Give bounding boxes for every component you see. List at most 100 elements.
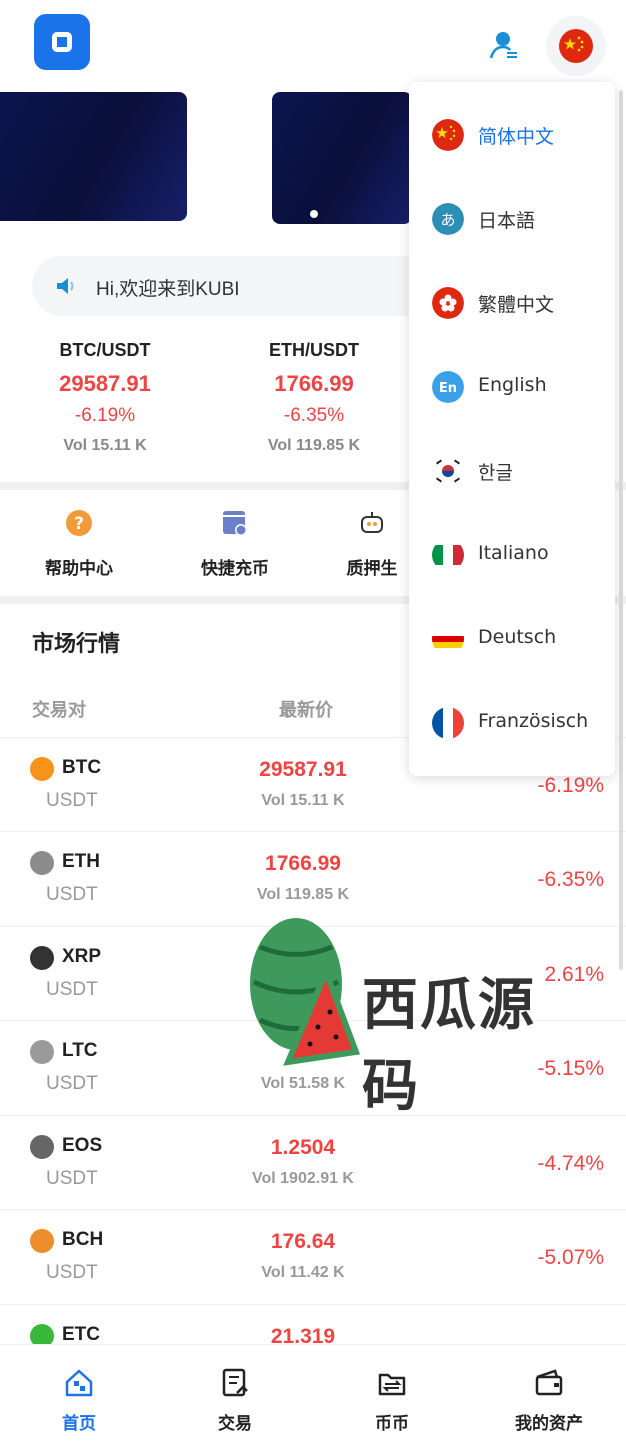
row-symbol: LTC [62, 1040, 98, 1061]
row-symbol: XRP [62, 946, 102, 967]
italy-flag-icon [432, 545, 464, 565]
row-price: 1.2504 [270, 1136, 336, 1159]
btc-coin-icon [30, 757, 54, 781]
row-volume: Vol 11.42 K [261, 1264, 345, 1281]
language-button[interactable] [546, 16, 606, 76]
row-symbol: ETC [62, 1324, 100, 1345]
app-logo-icon[interactable] [34, 14, 90, 70]
tab-label: 币币 [375, 1414, 409, 1434]
ltc-coin-icon [30, 1040, 54, 1064]
language-option-label: 한글 [478, 462, 513, 484]
row-change: 2.61% [544, 963, 604, 986]
row-volume: Vol 119.85 K [256, 886, 350, 903]
row-quote: USDT [46, 979, 98, 1000]
svg-text:?: ? [74, 514, 84, 534]
ticker-card[interactable]: BTC/USDT 29587.91 -6.19% Vol 15.11 K [30, 340, 180, 455]
exchange-icon [378, 1373, 406, 1396]
row-price: 1766.99 [265, 852, 341, 875]
market-title: 市场行情 [32, 632, 121, 657]
quick-deposit-label: 快捷充币 [201, 559, 269, 579]
language-option-it[interactable]: Italiano [409, 513, 615, 597]
language-option-en[interactable]: En English [409, 345, 615, 429]
language-option-ja[interactable]: あ 日本語 [409, 177, 615, 261]
ticker-volume: Vol 119.85 K [267, 437, 361, 454]
row-quote: USDT [46, 1262, 98, 1283]
help-center-label: 帮助中心 [45, 559, 113, 579]
row-quote: USDT [46, 1073, 98, 1094]
tab-exchange[interactable]: 币币 [332, 1367, 452, 1434]
speaker-icon [57, 278, 74, 294]
row-symbol: ETH [62, 851, 100, 872]
language-option-zh-cn[interactable]: 简体中文 [409, 93, 615, 177]
row-symbol: EOS [62, 1135, 103, 1156]
language-option-label: Italiano [478, 542, 549, 564]
svg-text:あ: あ [440, 211, 455, 229]
ticker-change: -6.35% [283, 405, 345, 426]
row-quote: USDT [46, 790, 98, 811]
help-icon: ? [66, 510, 92, 536]
language-option-fr[interactable]: Französisch [409, 681, 615, 765]
row-volume: Vol 1902.91 K [252, 1170, 354, 1187]
market-row[interactable]: BCH USDT 176.64 Vol 11.42 K -5.07% [0, 1209, 626, 1304]
ticker-price: 29587.91 [59, 371, 151, 396]
svg-text:En: En [439, 381, 457, 396]
bottom-tab-bar: 首页 交易 币币 我的资产 [0, 1344, 626, 1452]
tab-label: 我的资产 [515, 1414, 583, 1434]
quick-deposit-button[interactable]: 快捷充币 [165, 508, 305, 579]
staking-label: 质押生 [346, 559, 398, 579]
ticker-price: 1766.99 [274, 371, 354, 396]
language-option-label: 繁體中文 [478, 294, 555, 316]
wallet-icon [535, 1369, 563, 1396]
eth-coin-icon [30, 851, 54, 875]
help-center-button[interactable]: ? 帮助中心 [9, 508, 149, 579]
watermark-text: 西瓜源码 [362, 973, 536, 1119]
row-change: -6.35% [537, 868, 604, 891]
row-quote: USDT [46, 884, 98, 905]
row-symbol: BCH [62, 1229, 104, 1250]
language-dropdown: 简体中文 あ 日本語 繁體中文 En English 한글 Italiano D… [409, 82, 615, 776]
market-row[interactable]: EOS USDT 1.2504 Vol 1902.91 K -4.74% [0, 1115, 626, 1210]
ticker-change: -6.19% [74, 405, 136, 426]
user-list-icon[interactable] [486, 28, 520, 62]
tab-trade[interactable]: 交易 [175, 1367, 295, 1434]
korea-flag-icon [432, 455, 464, 487]
tab-home[interactable]: 首页 [19, 1367, 139, 1434]
france-flag-icon [432, 707, 464, 739]
xrp-coin-icon [30, 946, 54, 970]
china-flag-icon [559, 29, 593, 63]
scrollbar[interactable] [619, 90, 623, 970]
ticker-pair: ETH/USDT [269, 340, 359, 360]
row-change: -6.19% [537, 774, 604, 797]
ticker-volume: Vol 15.11 K [63, 437, 147, 454]
eos-coin-icon [30, 1135, 54, 1159]
language-option-zh-tw[interactable]: 繁體中文 [409, 261, 615, 345]
china-flag-icon [432, 119, 464, 151]
header [0, 0, 626, 88]
tab-assets[interactable]: 我的资产 [489, 1367, 609, 1434]
tab-label: 交易 [218, 1414, 252, 1434]
notice-bar[interactable]: Hi,欢迎来到KUBI [32, 256, 432, 316]
hongkong-flag-icon [432, 287, 464, 319]
staking-button[interactable]: 质押生 [322, 508, 422, 579]
banner-slide[interactable] [0, 92, 187, 221]
language-option-label: Deutsch [478, 626, 557, 648]
germany-flag-icon [432, 631, 464, 648]
banner-slide[interactable] [272, 92, 412, 224]
ticker-card[interactable]: ETH/USDT 1766.99 -6.35% Vol 119.85 K [239, 340, 389, 455]
row-change: -5.07% [537, 1246, 604, 1269]
language-option-label: 简体中文 [478, 126, 555, 148]
language-option-ko[interactable]: 한글 [409, 429, 615, 513]
language-option-de[interactable]: Deutsch [409, 597, 615, 681]
watermelon-logo-icon [250, 918, 361, 1066]
japanese-icon: あ [432, 203, 464, 235]
language-option-label: Französisch [478, 710, 589, 732]
ticker-pair: BTC/USDT [59, 340, 151, 360]
notice-text: Hi,欢迎来到KUBI [96, 279, 240, 300]
trade-icon [222, 1368, 248, 1397]
deposit-icon [223, 511, 247, 536]
carousel-dot[interactable] [310, 210, 318, 218]
row-price: 29587.91 [259, 758, 347, 781]
language-option-label: English [478, 374, 547, 396]
language-option-label: 日本語 [478, 210, 536, 232]
row-quote: USDT [46, 1168, 98, 1189]
